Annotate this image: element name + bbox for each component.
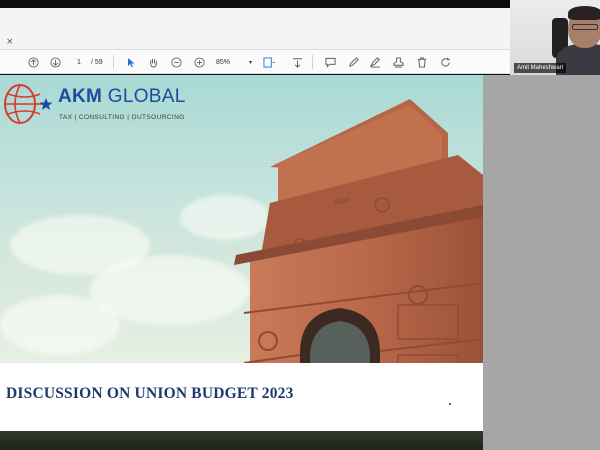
hand-icon[interactable] bbox=[146, 55, 160, 69]
zoom-out-icon[interactable] bbox=[169, 55, 183, 69]
foreground-trees bbox=[0, 431, 483, 450]
company-name-secondary: GLOBAL bbox=[102, 86, 186, 107]
sign-icon[interactable] bbox=[368, 55, 382, 69]
viewer-gray-margin bbox=[483, 75, 600, 450]
zoom-value: 85% bbox=[216, 58, 231, 66]
arrow-down-circle-icon[interactable] bbox=[48, 55, 62, 69]
close-tab-icon[interactable]: × bbox=[6, 38, 14, 47]
scroll-mode-icon[interactable] bbox=[290, 55, 304, 69]
zoom-select[interactable]: 85% ▾ bbox=[216, 55, 252, 69]
page-total-label: / 59 bbox=[91, 58, 103, 66]
slide-title: DISCUSSION ON UNION BUDGET 2023 bbox=[6, 385, 294, 402]
toolbar-separator bbox=[113, 55, 114, 69]
slide-title-band: DISCUSSION ON UNION BUDGET 2023 bbox=[0, 363, 483, 431]
company-name: AKM GLOBAL bbox=[58, 86, 186, 108]
cursor-arrow-icon[interactable] bbox=[124, 55, 138, 69]
participant-hair bbox=[568, 6, 600, 20]
company-name-primary: AKM bbox=[58, 86, 103, 107]
fit-page-icon[interactable] bbox=[262, 55, 276, 69]
chevron-down-icon: ▾ bbox=[248, 59, 252, 66]
company-logo: AKM GLOBAL TAX | CONSULTING | OUTSOURCIN… bbox=[2, 80, 192, 130]
company-tagline: TAX | CONSULTING | OUTSOURCING bbox=[59, 114, 185, 121]
participant-glasses bbox=[572, 24, 598, 30]
page-number-input[interactable]: 1 bbox=[68, 55, 90, 69]
stamp-icon[interactable] bbox=[391, 55, 405, 69]
comment-icon[interactable] bbox=[323, 55, 337, 69]
toolbar-separator bbox=[312, 55, 313, 69]
trash-icon[interactable] bbox=[415, 55, 429, 69]
pen-icon[interactable] bbox=[346, 55, 360, 69]
page-marker bbox=[449, 403, 451, 405]
globe-logo-icon bbox=[4, 84, 53, 124]
pdf-page[interactable]: INDIA AKM GLOBAL TAX | CONSULTING | OUTS… bbox=[0, 75, 483, 450]
participant-name-label: Amit Maheshwari bbox=[514, 63, 567, 73]
arrow-up-circle-icon[interactable] bbox=[26, 55, 40, 69]
pdf-toolbar: 1 / 59 85% ▾ bbox=[0, 50, 510, 74]
zoom-in-icon[interactable] bbox=[192, 55, 206, 69]
rotate-icon[interactable] bbox=[438, 55, 452, 69]
participant-video-tile: Amit Maheshwari bbox=[510, 0, 600, 75]
browser-tab-strip: × bbox=[0, 8, 510, 50]
